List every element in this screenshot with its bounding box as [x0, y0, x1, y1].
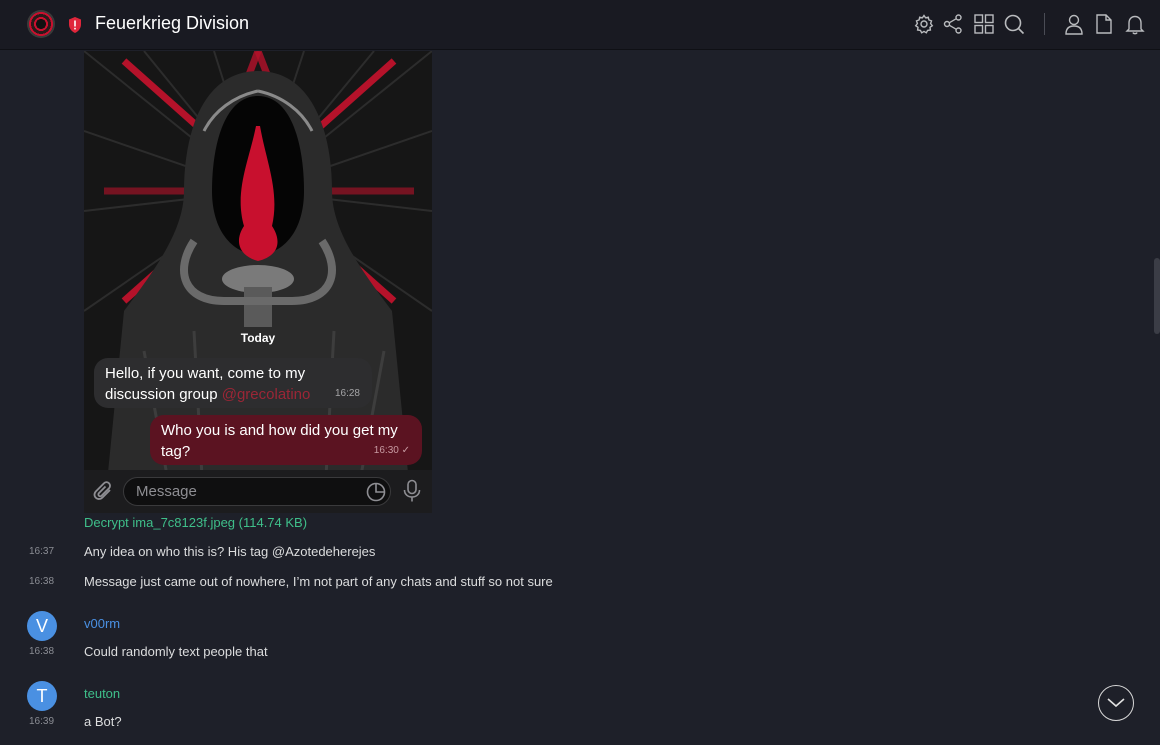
scrollbar-thumb[interactable] [1154, 258, 1160, 334]
username-teuton[interactable]: teuton [84, 686, 120, 701]
outgoing-text: Who you is and how did you get my tag? [161, 422, 398, 460]
username-v00rm[interactable]: v00rm [84, 616, 120, 631]
image-attachment[interactable]: Today Hello, if you want, come to my dis… [84, 51, 432, 513]
bell-icon[interactable] [1124, 13, 1146, 35]
chevron-down-icon [1107, 698, 1125, 708]
check-icon: ✓ [401, 445, 410, 456]
mention-link[interactable]: @grecolatino [222, 386, 311, 403]
message-text: Could randomly text people that [84, 644, 268, 659]
message-timestamp: 16:37 [29, 546, 55, 557]
avatar[interactable]: T [27, 681, 57, 711]
message-input-bar: Message [84, 470, 432, 513]
message-timestamp: 16:38 [29, 646, 55, 657]
share-icon[interactable] [942, 13, 964, 35]
page-title: Feuerkrieg Division [95, 13, 250, 33]
paperclip-icon[interactable] [92, 480, 114, 502]
incoming-time: 16:28 [334, 388, 360, 399]
decrypt-attachment-link[interactable]: Decrypt ima_7c8123f.jpeg (114.74 KB) [84, 515, 307, 530]
top-bar: Feuerkrieg Division [0, 0, 1160, 50]
microphone-icon[interactable] [401, 479, 423, 503]
outgoing-bubble: Who you is and how did you get my tag? 1… [150, 415, 422, 465]
message-text: Any idea on who this is? His tag @Azoted… [84, 544, 376, 559]
message-input[interactable]: Message [123, 477, 391, 506]
message-text: Message just came out of nowhere, I’m no… [84, 574, 553, 589]
shield-icon [69, 17, 81, 33]
date-separator: Today [240, 331, 276, 345]
avatar[interactable]: V [27, 611, 57, 641]
message-text: a Bot? [84, 714, 122, 729]
incoming-bubble: Hello, if you want, come to my discussio… [94, 358, 372, 408]
message-timestamp: 16:38 [29, 576, 55, 587]
search-icon[interactable] [1003, 13, 1025, 35]
file-icon[interactable] [1093, 13, 1115, 35]
sticker-icon[interactable] [366, 482, 386, 502]
outgoing-time: 16:30 ✓ [373, 445, 410, 456]
toolbar-divider [1044, 13, 1045, 35]
message-timestamp: 16:39 [29, 716, 55, 727]
grid-icon[interactable] [973, 13, 995, 35]
user-icon[interactable] [1063, 13, 1085, 35]
gear-icon[interactable] [913, 13, 935, 35]
scroll-to-bottom-button[interactable] [1098, 685, 1134, 721]
server-avatar[interactable] [27, 10, 55, 38]
